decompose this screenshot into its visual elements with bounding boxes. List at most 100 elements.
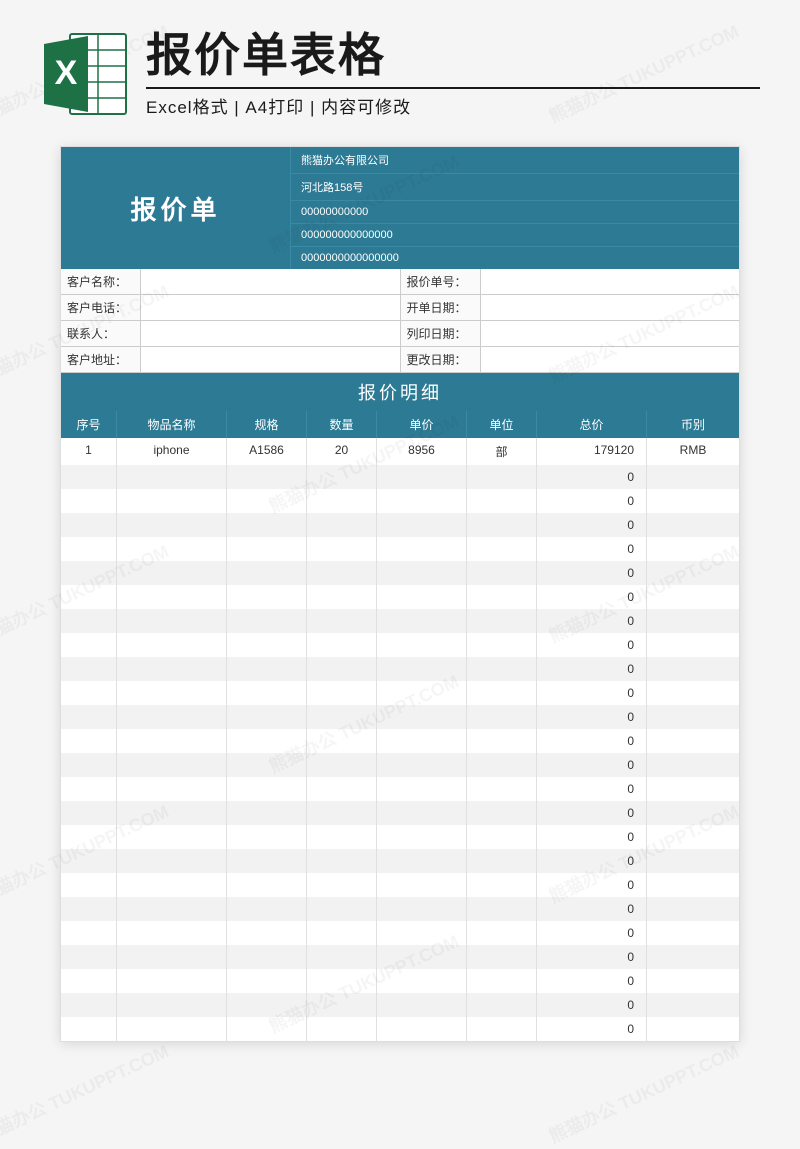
cell-spec[interactable] <box>227 585 307 609</box>
table-row[interactable]: 0 <box>61 993 739 1017</box>
cell-currency[interactable] <box>647 753 739 777</box>
table-row[interactable]: 0 <box>61 633 739 657</box>
cell-spec[interactable] <box>227 657 307 681</box>
cell-unit[interactable] <box>467 609 537 633</box>
cell-unit[interactable] <box>467 681 537 705</box>
table-row[interactable]: 1iphoneA1586208956部179120RMB <box>61 438 739 465</box>
table-row[interactable]: 0 <box>61 969 739 993</box>
cell-no[interactable]: 1 <box>61 438 117 465</box>
cell-total[interactable]: 0 <box>537 897 647 921</box>
cell-item-name[interactable] <box>117 585 227 609</box>
cell-unit[interactable]: 部 <box>467 438 537 465</box>
cell-currency[interactable] <box>647 969 739 993</box>
cell-qty[interactable] <box>307 705 377 729</box>
cell-unit[interactable] <box>467 969 537 993</box>
cell-qty[interactable] <box>307 657 377 681</box>
cell-no[interactable] <box>61 777 117 801</box>
cell-unit[interactable] <box>467 849 537 873</box>
cell-currency[interactable] <box>647 561 739 585</box>
cell-total[interactable]: 0 <box>537 681 647 705</box>
table-row[interactable]: 0 <box>61 873 739 897</box>
cell-qty[interactable]: 20 <box>307 438 377 465</box>
meta-value-right[interactable] <box>481 269 740 295</box>
table-row[interactable]: 0 <box>61 825 739 849</box>
cell-price[interactable] <box>377 537 467 561</box>
cell-price[interactable] <box>377 561 467 585</box>
cell-currency[interactable] <box>647 993 739 1017</box>
cell-price[interactable] <box>377 681 467 705</box>
cell-unit[interactable] <box>467 513 537 537</box>
cell-unit[interactable] <box>467 873 537 897</box>
cell-no[interactable] <box>61 609 117 633</box>
cell-item-name[interactable] <box>117 993 227 1017</box>
cell-item-name[interactable] <box>117 561 227 585</box>
cell-unit[interactable] <box>467 705 537 729</box>
cell-spec[interactable] <box>227 921 307 945</box>
cell-total[interactable]: 0 <box>537 849 647 873</box>
cell-total[interactable]: 0 <box>537 537 647 561</box>
cell-price[interactable] <box>377 993 467 1017</box>
cell-total[interactable]: 0 <box>537 945 647 969</box>
cell-qty[interactable] <box>307 633 377 657</box>
cell-price[interactable] <box>377 945 467 969</box>
cell-currency[interactable] <box>647 849 739 873</box>
cell-item-name[interactable] <box>117 945 227 969</box>
table-row[interactable]: 0 <box>61 537 739 561</box>
cell-no[interactable] <box>61 561 117 585</box>
cell-total[interactable]: 0 <box>537 729 647 753</box>
cell-unit[interactable] <box>467 489 537 513</box>
meta-value-left[interactable] <box>141 269 401 295</box>
cell-currency[interactable] <box>647 657 739 681</box>
cell-item-name[interactable] <box>117 801 227 825</box>
cell-currency[interactable] <box>647 1017 739 1041</box>
cell-no[interactable] <box>61 945 117 969</box>
cell-item-name[interactable] <box>117 777 227 801</box>
cell-unit[interactable] <box>467 897 537 921</box>
cell-spec[interactable] <box>227 1017 307 1041</box>
cell-no[interactable] <box>61 801 117 825</box>
cell-price[interactable] <box>377 657 467 681</box>
cell-item-name[interactable] <box>117 873 227 897</box>
cell-qty[interactable] <box>307 1017 377 1041</box>
cell-no[interactable] <box>61 1017 117 1041</box>
cell-total[interactable]: 179120 <box>537 438 647 465</box>
table-row[interactable]: 0 <box>61 777 739 801</box>
cell-price[interactable] <box>377 873 467 897</box>
cell-no[interactable] <box>61 585 117 609</box>
cell-spec[interactable] <box>227 729 307 753</box>
cell-unit[interactable] <box>467 633 537 657</box>
cell-item-name[interactable] <box>117 633 227 657</box>
cell-total[interactable]: 0 <box>537 657 647 681</box>
cell-price[interactable] <box>377 801 467 825</box>
cell-spec[interactable] <box>227 465 307 489</box>
table-row[interactable]: 0 <box>61 681 739 705</box>
cell-total[interactable]: 0 <box>537 633 647 657</box>
table-row[interactable]: 0 <box>61 729 739 753</box>
cell-total[interactable]: 0 <box>537 609 647 633</box>
cell-item-name[interactable] <box>117 609 227 633</box>
table-row[interactable]: 0 <box>61 609 739 633</box>
cell-price[interactable] <box>377 513 467 537</box>
cell-price[interactable] <box>377 825 467 849</box>
cell-qty[interactable] <box>307 585 377 609</box>
cell-total[interactable]: 0 <box>537 585 647 609</box>
cell-item-name[interactable] <box>117 489 227 513</box>
cell-item-name[interactable] <box>117 705 227 729</box>
cell-item-name[interactable] <box>117 465 227 489</box>
cell-qty[interactable] <box>307 801 377 825</box>
cell-spec[interactable] <box>227 897 307 921</box>
cell-total[interactable]: 0 <box>537 969 647 993</box>
cell-currency[interactable] <box>647 513 739 537</box>
cell-currency[interactable] <box>647 825 739 849</box>
cell-spec[interactable] <box>227 777 307 801</box>
cell-no[interactable] <box>61 825 117 849</box>
cell-price[interactable] <box>377 849 467 873</box>
cell-price[interactable] <box>377 921 467 945</box>
cell-qty[interactable] <box>307 513 377 537</box>
cell-total[interactable]: 0 <box>537 873 647 897</box>
table-row[interactable]: 0 <box>61 945 739 969</box>
cell-no[interactable] <box>61 849 117 873</box>
cell-total[interactable]: 0 <box>537 993 647 1017</box>
cell-qty[interactable] <box>307 969 377 993</box>
cell-spec[interactable] <box>227 609 307 633</box>
